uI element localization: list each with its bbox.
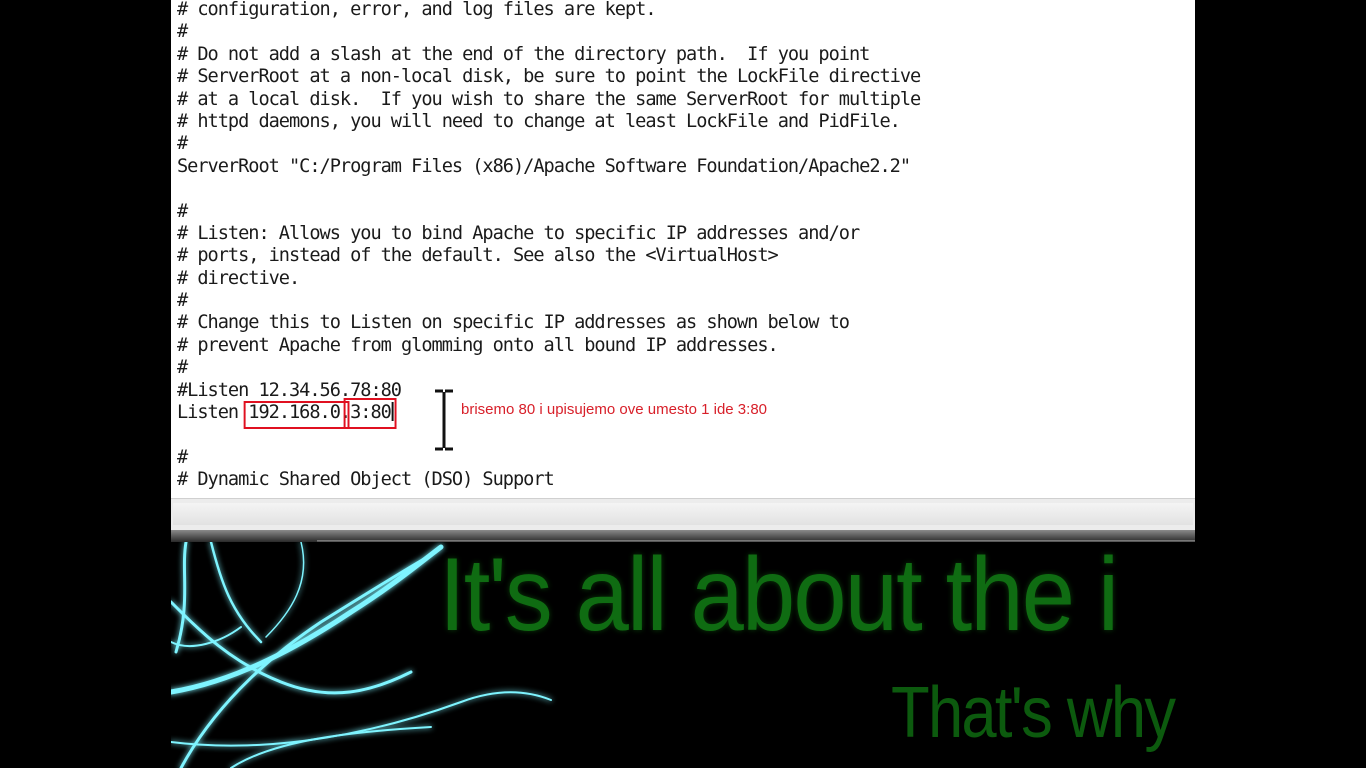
horizontal-scrollbar[interactable] — [171, 498, 1195, 530]
screen-frame: # configuration, error, and log files ar… — [171, 0, 1195, 768]
code-line: # at a local disk. If you wish to share … — [177, 87, 921, 110]
code-line: # — [177, 20, 188, 43]
code-line: # — [177, 199, 188, 222]
code-line: # Change this to Listen on specific IP a… — [177, 311, 850, 334]
annotation-note: brisemo 80 i upisujemo ove umesto 1 ide … — [461, 401, 768, 418]
wallpaper-headline: It's all about the i — [439, 542, 1119, 653]
desktop-wallpaper: It's all about the i That's why — [171, 542, 1195, 768]
code-line: # — [177, 356, 188, 379]
listen-keyword: Listen — [177, 401, 249, 424]
dso-support-line: # Dynamic Shared Object (DSO) Support — [177, 468, 555, 491]
code-line: # ports, instead of the default. See als… — [177, 244, 779, 267]
ibeam-cursor-icon — [435, 389, 453, 451]
code-line: # prevent Apache from glomming onto all … — [177, 333, 779, 356]
wallpaper-subline: That's why — [891, 673, 1176, 753]
code-line: # — [177, 289, 188, 312]
port-highlight-box — [343, 398, 397, 430]
commented-listen-line: #Listen 12.34.56.78:80 — [177, 378, 402, 401]
scrollbar-track[interactable] — [173, 503, 1193, 525]
code-line: # — [177, 132, 188, 155]
code-line: # configuration, error, and log files ar… — [177, 0, 657, 20]
code-line: # Listen: Allows you to bind Apache to s… — [177, 221, 860, 244]
code-line: # ServerRoot at a non-local disk, be sur… — [177, 65, 921, 88]
server-root-line: ServerRoot "C:/Program Files (x86)/Apach… — [177, 154, 911, 177]
code-line: # directive. — [177, 266, 300, 289]
code-line: # httpd daemons, you will need to change… — [177, 109, 901, 132]
text-editor-window[interactable]: # configuration, error, and log files ar… — [171, 0, 1195, 530]
ip-highlight-box — [243, 401, 350, 430]
code-line: # — [177, 445, 188, 468]
code-line: # Do not add a slash at the end of the d… — [177, 42, 870, 65]
